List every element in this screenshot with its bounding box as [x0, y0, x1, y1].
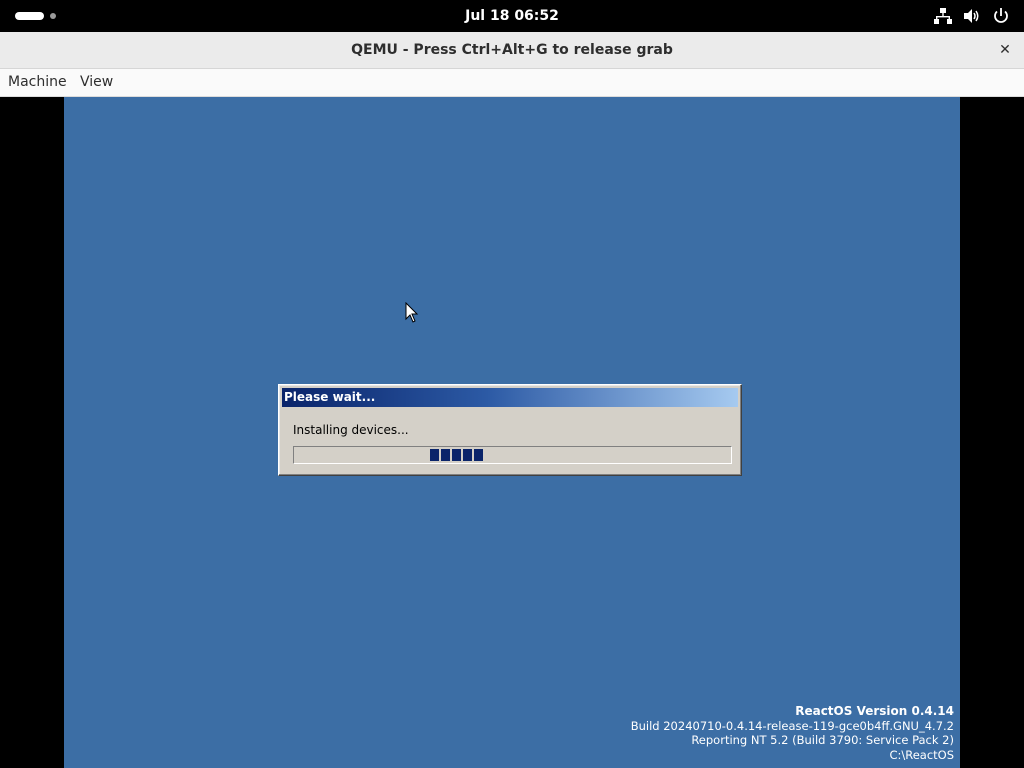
progress-block [474, 449, 483, 461]
progress-block [430, 449, 439, 461]
progress-bar [293, 446, 732, 464]
menu-view[interactable]: View [80, 69, 113, 96]
top-bar: Jul 18 06:52 [0, 0, 1024, 32]
progress-block [452, 449, 461, 461]
guest-screen[interactable]: Please wait... Installing devices... Rea… [64, 97, 960, 768]
version-reporting: Reporting NT 5.2 (Build 3790: Service Pa… [691, 733, 954, 747]
clock[interactable]: Jul 18 06:52 [0, 0, 1024, 32]
power-icon[interactable] [992, 7, 1010, 25]
close-icon[interactable]: ✕ [996, 41, 1014, 59]
dialog-message: Installing devices... [293, 423, 409, 437]
volume-icon[interactable] [963, 7, 981, 25]
version-path: C:\ReactOS [889, 747, 954, 762]
network-icon[interactable] [934, 7, 952, 25]
version-build: Build 20240710-0.4.14-release-119-gce0b4… [630, 718, 954, 733]
mouse-cursor-icon [405, 301, 419, 328]
window-titlebar: QEMU - Press Ctrl+Alt+G to release grab … [0, 32, 1024, 69]
system-tray[interactable] [934, 7, 1010, 25]
version-info: ReactOS Version 0.4.14 Build 20240710-0.… [631, 704, 954, 762]
progress-marquee [430, 449, 483, 461]
progress-block [463, 449, 472, 461]
menu-bar: Machine View [0, 69, 1024, 97]
menu-machine[interactable]: Machine [8, 69, 67, 96]
window-title: QEMU - Press Ctrl+Alt+G to release grab [351, 42, 673, 58]
progress-block [441, 449, 450, 461]
dialog-title: Please wait... [282, 388, 738, 407]
please-wait-dialog: Please wait... Installing devices... [278, 384, 742, 476]
version-title: ReactOS Version 0.4.14 [795, 704, 954, 718]
